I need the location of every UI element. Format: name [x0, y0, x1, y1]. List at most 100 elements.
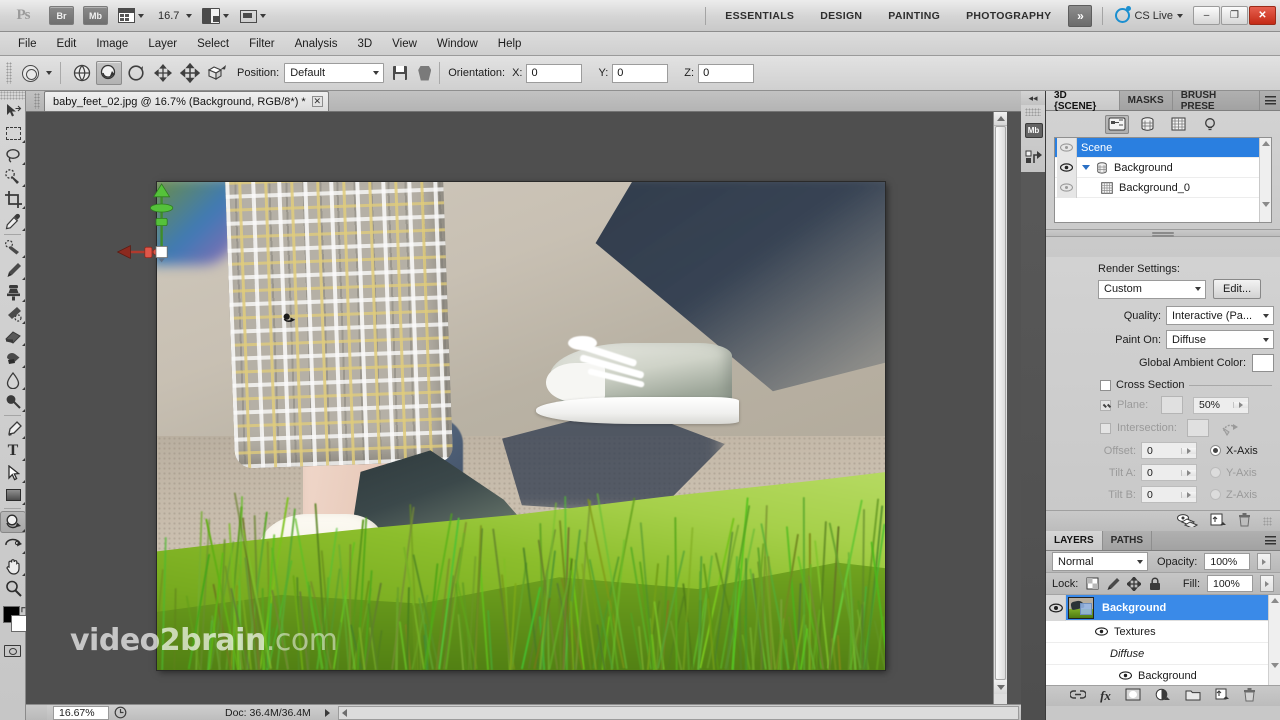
tool-horizontal-type[interactable]: T: [0, 440, 26, 462]
scene-tree-row-background-0[interactable]: Background_0: [1055, 177, 1271, 198]
filter-lights-button[interactable]: [1198, 115, 1222, 134]
tilt-a-field[interactable]: 0: [1141, 464, 1197, 481]
toggle-ground-plane-button[interactable]: [1176, 513, 1199, 530]
offset-field[interactable]: 0: [1141, 442, 1197, 459]
menu-file[interactable]: File: [8, 33, 47, 55]
layer-style-button[interactable]: fx: [1100, 688, 1111, 704]
stepper-arrow[interactable]: [1181, 491, 1196, 498]
view-extras-button[interactable]: [118, 6, 144, 26]
options-3d-rotate-button[interactable]: [69, 61, 95, 85]
tab-brush-presets[interactable]: BRUSH PRESE: [1173, 90, 1261, 112]
delete-position-button[interactable]: [418, 65, 432, 81]
stepper-arrow[interactable]: [1181, 447, 1196, 454]
y-axis-radio[interactable]: [1210, 467, 1221, 478]
zoom-percent-field[interactable]: 16.67%: [53, 705, 109, 720]
scroll-down-arrow[interactable]: [1270, 663, 1279, 668]
link-layers-button[interactable]: [1069, 689, 1087, 703]
adjustment-layer-button[interactable]: [1155, 688, 1171, 704]
plane-opacity-field[interactable]: 50%: [1193, 396, 1249, 414]
tool-rectangle[interactable]: [0, 484, 26, 506]
cs-live-button[interactable]: CS Live: [1115, 6, 1183, 23]
options-3d-slide-button[interactable]: [177, 61, 203, 85]
tool-pen[interactable]: [0, 418, 26, 440]
plane-checkbox[interactable]: [1100, 399, 1111, 411]
tools-panel-grip[interactable]: [0, 91, 25, 100]
menu-view[interactable]: View: [382, 33, 427, 55]
workspace-photography[interactable]: PHOTOGRAPHY: [953, 10, 1064, 22]
filter-whole-scene-button[interactable]: [1104, 114, 1129, 134]
tool-history-brush[interactable]: [0, 303, 26, 325]
options-3d-drag-button[interactable]: [123, 61, 149, 85]
save-position-button[interactable]: [393, 66, 408, 80]
edit-render-settings-button[interactable]: Edit...: [1213, 279, 1262, 299]
opacity-field[interactable]: 100%: [1204, 553, 1251, 570]
new-layer-button[interactable]: [1215, 688, 1229, 704]
stepper-arrow[interactable]: [1233, 402, 1248, 408]
options-3d-pan-button[interactable]: [150, 61, 176, 85]
texture-visibility-toggle[interactable]: [1118, 669, 1132, 683]
delete-layer-button[interactable]: [1243, 687, 1256, 705]
tool-preset-chevron-icon[interactable]: [46, 71, 52, 75]
panel-layers-menu-button[interactable]: [1260, 531, 1280, 550]
layer-row-texture-background[interactable]: Background: [1046, 665, 1280, 685]
close-button[interactable]: ✕: [1249, 6, 1276, 25]
mini-bridge-panel-button[interactable]: Mb: [1021, 116, 1046, 144]
options-3d-scale-button[interactable]: [204, 61, 230, 85]
options-bar-grip[interactable]: [6, 62, 12, 84]
disclosure-triangle-icon[interactable]: [1082, 165, 1090, 170]
layer-thumbnail[interactable]: [1068, 596, 1094, 619]
scene-tree-row-background[interactable]: Background: [1055, 157, 1271, 178]
x-axis-radio[interactable]: [1210, 445, 1221, 456]
orientation-z-input[interactable]: [698, 63, 755, 83]
zoom-chevron-down-icon[interactable]: [186, 13, 193, 18]
new-group-button[interactable]: [1185, 689, 1201, 704]
restore-button[interactable]: ❐: [1221, 6, 1248, 25]
tool-rectangular-marquee[interactable]: [0, 122, 26, 144]
cross-section-checkbox[interactable]: [1100, 379, 1111, 391]
lock-all-button[interactable]: [1148, 577, 1162, 591]
scene-tree-row-scene[interactable]: Scene: [1055, 138, 1271, 158]
scroll-down-arrow[interactable]: [1261, 202, 1270, 207]
texture-visibility-toggle[interactable]: [1094, 625, 1108, 639]
intersection-checkbox[interactable]: [1100, 422, 1111, 434]
document-tab[interactable]: baby_feet_02.jpg @ 16.7% (Background, RG…: [44, 91, 329, 111]
quality-select[interactable]: Interactive (Pa...: [1166, 306, 1274, 325]
tab-bar-grip[interactable]: [34, 93, 40, 109]
tool-eraser[interactable]: [0, 325, 26, 347]
delete-button[interactable]: [1238, 512, 1251, 530]
panel-3d-menu-button[interactable]: [1260, 91, 1280, 110]
layer-row-textures[interactable]: Textures: [1046, 621, 1280, 643]
orientation-y-input[interactable]: [612, 63, 669, 83]
workspace-painting[interactable]: PAINTING: [875, 10, 953, 22]
panel-resize-grip[interactable]: [1263, 516, 1272, 526]
filter-materials-button[interactable]: [1167, 115, 1191, 134]
tool-hand[interactable]: [0, 555, 26, 577]
tool-brush[interactable]: [0, 259, 26, 281]
canvas-background[interactable]: video2brain.com: [26, 112, 1007, 704]
layers-scrollbar[interactable]: [1268, 595, 1280, 685]
tool-gradient[interactable]: [0, 347, 26, 369]
layer-row-background[interactable]: Background: [1046, 595, 1280, 621]
history-panel-button[interactable]: [1021, 144, 1046, 172]
expand-panels-button[interactable]: ◂◂: [1021, 91, 1045, 105]
tool-dodge[interactable]: [0, 391, 26, 413]
screen-mode-button[interactable]: [239, 6, 267, 26]
panel-resize-handle[interactable]: [1046, 229, 1280, 237]
canvas-vertical-scrollbar[interactable]: [993, 112, 1007, 704]
tool-path-selection[interactable]: [0, 462, 26, 484]
tool-spot-healing-brush[interactable]: [0, 237, 26, 259]
lock-image-pixels-button[interactable]: [1106, 577, 1120, 591]
opacity-stepper[interactable]: [1257, 553, 1272, 570]
minimize-button[interactable]: –: [1193, 6, 1220, 25]
scene-tree[interactable]: Scene Background Background_0: [1054, 137, 1272, 223]
menu-image[interactable]: Image: [86, 33, 138, 55]
z-axis-radio[interactable]: [1210, 489, 1221, 500]
menu-help[interactable]: Help: [488, 33, 532, 55]
menu-3d[interactable]: 3D: [347, 33, 382, 55]
scroll-up-arrow[interactable]: [1270, 598, 1279, 603]
plane-color-swatch[interactable]: [1161, 396, 1183, 414]
tab-layers[interactable]: LAYERS: [1046, 531, 1103, 550]
tool-eyedropper[interactable]: [0, 210, 26, 232]
visibility-toggle[interactable]: [1057, 138, 1077, 158]
tab-masks[interactable]: MASKS: [1120, 91, 1173, 110]
